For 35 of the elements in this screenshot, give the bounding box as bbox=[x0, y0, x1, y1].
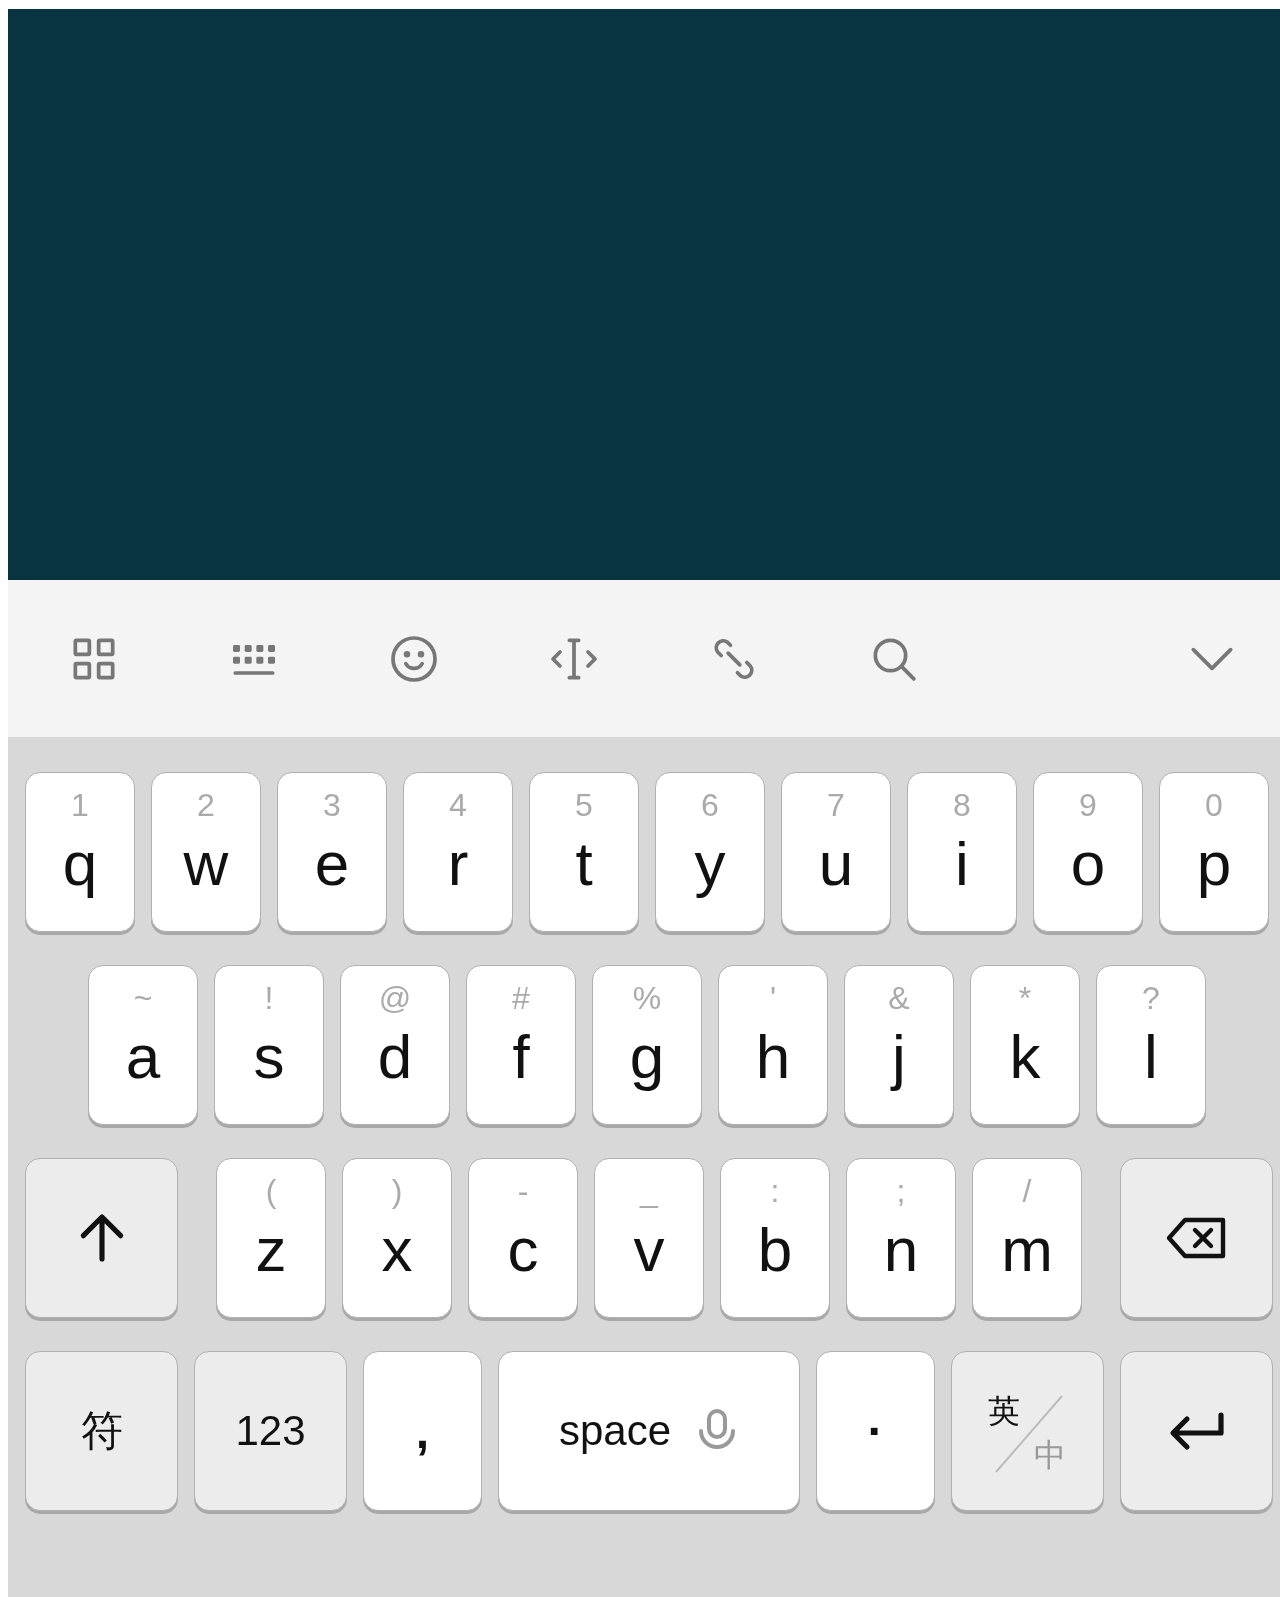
letter-key[interactable]: _ v bbox=[594, 1158, 704, 1318]
enter-key[interactable] bbox=[1120, 1351, 1273, 1511]
letter-key[interactable]: ! s bbox=[214, 965, 324, 1125]
letter-key[interactable]: @ d bbox=[340, 965, 450, 1125]
backspace-key[interactable] bbox=[1120, 1158, 1273, 1318]
shift-key[interactable] bbox=[25, 1158, 178, 1318]
letter-key[interactable]: # f bbox=[466, 965, 576, 1125]
letter-key[interactable]: 6 y bbox=[655, 772, 765, 932]
punctuation-key[interactable]: · bbox=[816, 1351, 935, 1511]
letter-key[interactable]: ; n bbox=[846, 1158, 956, 1318]
letter-key[interactable]: - c bbox=[468, 1158, 578, 1318]
letter-key[interactable]: 3 e bbox=[277, 772, 387, 932]
letter-key[interactable]: / m bbox=[972, 1158, 1082, 1318]
letter-key[interactable]: ' h bbox=[718, 965, 828, 1125]
letter-key[interactable]: 7 u bbox=[781, 772, 891, 932]
letter-key[interactable]: : b bbox=[720, 1158, 830, 1318]
letter-key[interactable]: 9 o bbox=[1033, 772, 1143, 932]
letter-key[interactable]: ~ a bbox=[88, 965, 198, 1125]
letter-key[interactable]: 0 p bbox=[1159, 772, 1269, 932]
letter-key[interactable]: ( z bbox=[216, 1158, 326, 1318]
letter-key[interactable]: ? l bbox=[1096, 965, 1206, 1125]
letter-key[interactable]: 1 q bbox=[25, 772, 135, 932]
punctuation-key[interactable]: , bbox=[363, 1351, 482, 1511]
letter-key[interactable]: & j bbox=[844, 965, 954, 1125]
function-key[interactable]: 123 bbox=[194, 1351, 347, 1511]
language-key[interactable]: 英 中 bbox=[951, 1351, 1104, 1511]
letter-key[interactable]: % g bbox=[592, 965, 702, 1125]
letter-key[interactable]: * k bbox=[970, 965, 1080, 1125]
function-key[interactable]: 符 bbox=[25, 1351, 178, 1511]
letter-key[interactable]: 8 i bbox=[907, 772, 1017, 932]
space-key[interactable]: space bbox=[498, 1351, 800, 1511]
letter-key[interactable]: ) x bbox=[342, 1158, 452, 1318]
letter-key[interactable]: 5 t bbox=[529, 772, 639, 932]
letter-key[interactable]: 2 w bbox=[151, 772, 261, 932]
letter-key[interactable]: 4 r bbox=[403, 772, 513, 932]
